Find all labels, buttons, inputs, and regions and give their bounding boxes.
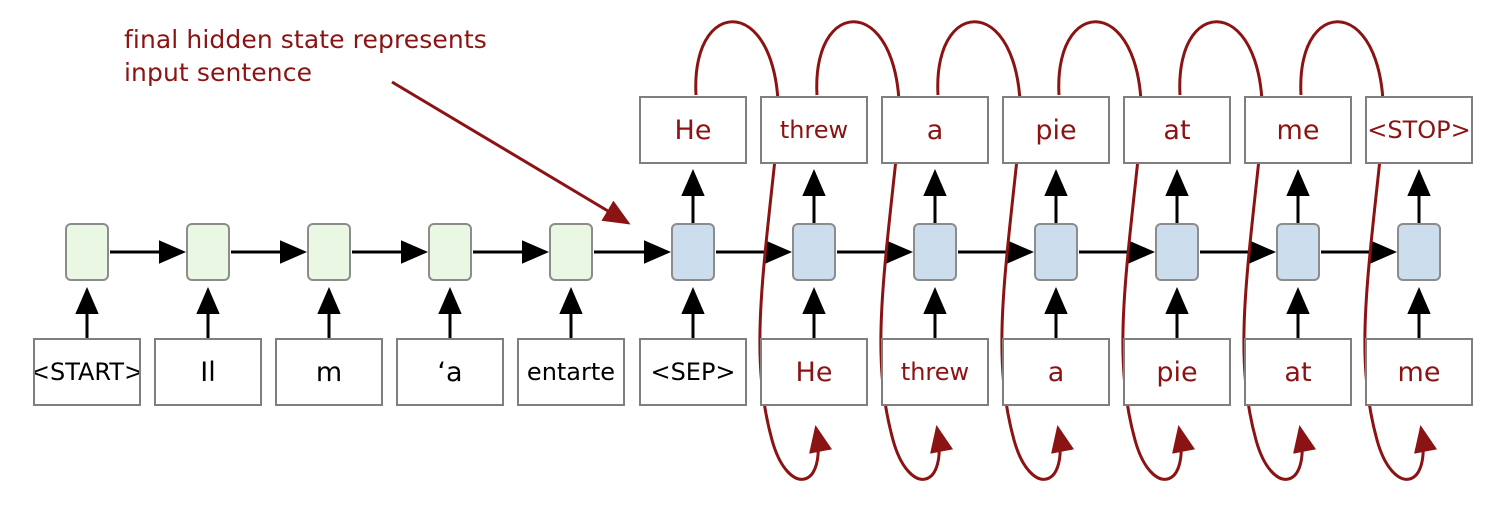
decoder-output-token: pie (1002, 96, 1110, 164)
decoder-output-token: at (1123, 96, 1231, 164)
encoder-input-token: Il (154, 338, 262, 406)
decoder-cell (1155, 223, 1199, 281)
decoder-input-token: me (1365, 338, 1473, 406)
decoder-input-token: He (760, 338, 868, 406)
encoder-input-token: ‘a (396, 338, 504, 406)
decoder-input-token: pie (1123, 338, 1231, 406)
annotation-text: final hidden state represents input sent… (124, 25, 487, 87)
decoder-output-token: He (639, 96, 747, 164)
decoder-output-token: threw (760, 96, 868, 164)
decoder-input-token: threw (881, 338, 989, 406)
encoder-input-token: <START> (33, 338, 141, 406)
input-to-cell-arrows (75, 287, 1431, 338)
decoder-cell (1397, 223, 1441, 281)
encoder-input-token: m (275, 338, 383, 406)
decoder-input-token: at (1244, 338, 1352, 406)
decoder-output-token: me (1244, 96, 1352, 164)
decoder-cell (1276, 223, 1320, 281)
decoder-input-token: a (1002, 338, 1110, 406)
decoder-output-token: a (881, 96, 989, 164)
encoder-cell (307, 223, 351, 281)
cell-to-output-arrows (681, 169, 1431, 223)
decoder-cell (671, 223, 715, 281)
encoder-cell (549, 223, 593, 281)
encoder-cell (428, 223, 472, 281)
decoder-cell (913, 223, 957, 281)
encoder-cell (65, 223, 109, 281)
encoder-input-token: entarte (517, 338, 625, 406)
decoder-cell (1034, 223, 1078, 281)
annotation-pointer-arrow (391, 80, 631, 225)
decoder-cell (792, 223, 836, 281)
decoder-input-token: <SEP> (639, 338, 747, 406)
encoder-cell (186, 223, 230, 281)
rnn-seq2seq-diagram: final hidden state represents input sent… (0, 0, 1510, 506)
decoder-output-token: <STOP> (1365, 96, 1473, 164)
